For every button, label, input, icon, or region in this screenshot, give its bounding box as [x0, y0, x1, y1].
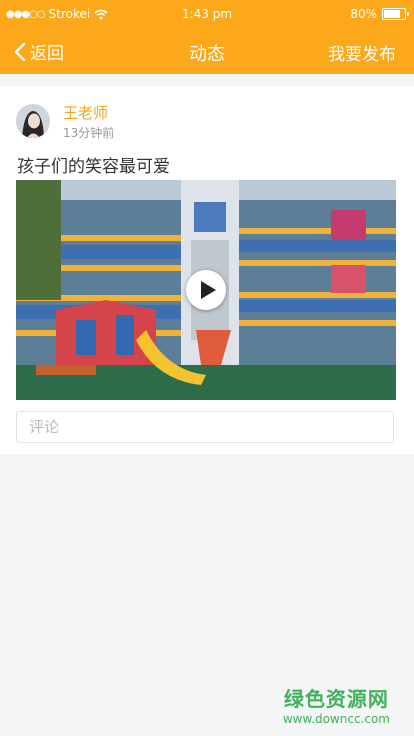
battery-icon	[382, 8, 409, 20]
chevron-left-icon	[14, 42, 26, 61]
post-text: 孩子们的笑容最可爱	[17, 157, 170, 177]
author-name[interactable]: 王老师	[63, 102, 108, 123]
publish-button[interactable]: 我要发布	[328, 40, 396, 65]
watermark-title: 绿色资源网	[283, 687, 389, 711]
battery-percent: 80%	[350, 7, 377, 21]
post-card: 王老师 13分钟前 孩子们的笑容最可爱	[0, 86, 414, 454]
nav-bar: 返回 动态 我要发布	[0, 28, 414, 74]
status-bar: ●●●○○ Strokei 1:43 pm 80%	[0, 0, 414, 28]
back-label: 返回	[30, 44, 64, 64]
comment-input[interactable]	[16, 411, 394, 443]
avatar-photo	[16, 104, 50, 138]
video-thumbnail[interactable]	[16, 180, 396, 400]
back-button[interactable]: 返回	[14, 39, 64, 64]
play-icon[interactable]	[186, 270, 226, 310]
avatar[interactable]	[16, 104, 50, 138]
post-time: 13分钟前	[63, 126, 115, 140]
watermark-url: www.downcc.com	[282, 712, 390, 726]
watermark: 绿色资源网 www.downcc.com	[283, 683, 390, 726]
